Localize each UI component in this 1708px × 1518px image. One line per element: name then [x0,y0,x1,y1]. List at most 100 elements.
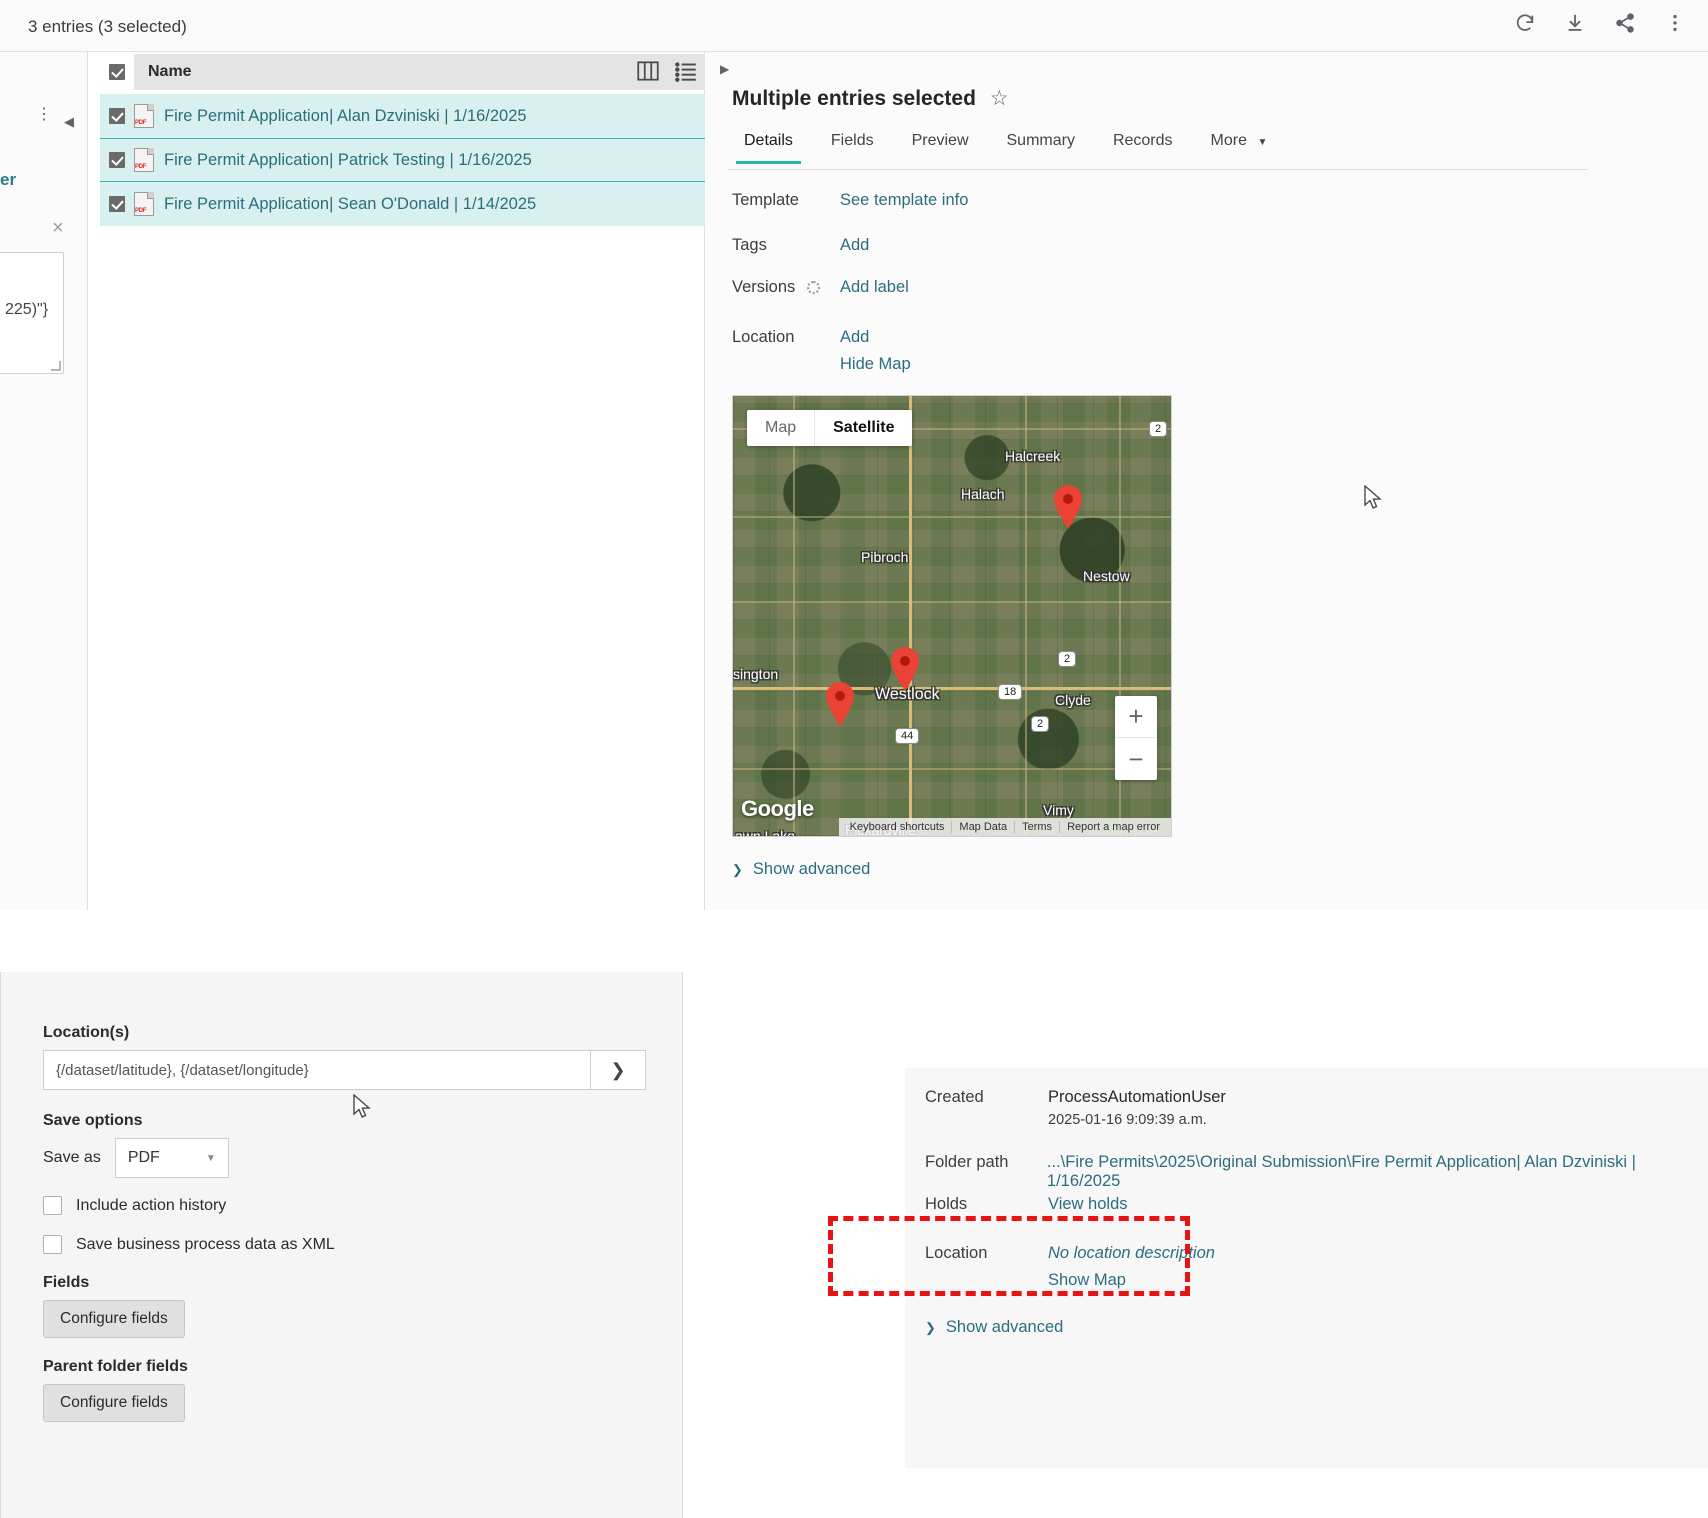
map-marker-pin[interactable] [1051,484,1085,530]
locations-input[interactable] [43,1050,590,1090]
pdf-file-icon: PDF [134,148,154,172]
terms-link[interactable]: Terms [1014,821,1059,833]
locations-input-group: ❯ [43,1050,646,1090]
view-holds-link[interactable]: View holds [1048,1195,1128,1214]
map-type-satellite-button[interactable]: Satellite [815,410,912,446]
include-action-history-row[interactable]: Include action history [43,1196,643,1215]
tab-summary[interactable]: Summary [991,128,1091,164]
header-bar: 3 entries (3 selected) [0,0,1708,52]
map-zoom-control: + − [1115,696,1157,780]
save-xml-row[interactable]: Save business process data as XML [43,1235,643,1254]
tab-records[interactable]: Records [1097,128,1189,164]
column-view-icon[interactable] [635,58,661,84]
location-map[interactable]: Halcreek Halach Nestow Pibroch sington W… [732,395,1172,837]
keyboard-shortcuts-link[interactable]: Keyboard shortcuts [843,821,952,833]
pdf-file-icon: PDF [134,192,154,216]
partial-expression-textarea[interactable]: 225)"} [0,252,64,374]
configure-parent-folder-fields-button[interactable]: Configure fields [43,1384,185,1422]
tab-fields[interactable]: Fields [815,128,890,164]
include-action-history-label: Include action history [76,1196,227,1214]
map-data-link[interactable]: Map Data [951,821,1014,833]
collapse-panel-icon[interactable]: ◀ [64,114,74,130]
table-row[interactable]: PDF Fire Permit Application| Sean O'Dona… [100,182,705,226]
no-location-description-link[interactable]: No location description [1048,1244,1215,1263]
entry-name-link[interactable]: Fire Permit Application| Sean O'Donald |… [164,195,536,214]
show-advanced-link[interactable]: ❯ Show advanced [732,860,870,879]
map-road [733,768,1171,770]
show-map-link[interactable]: Show Map [1048,1271,1215,1290]
map-place-label: awn Lake [735,828,795,837]
folder-path-link[interactable]: ...\Fire Permits\2025\Original Submissio… [1047,1153,1708,1191]
save-business-process-xml-checkbox[interactable] [43,1235,62,1254]
row-checkbox-cell[interactable] [100,196,134,212]
metadata-row-folder-path: Folder path ...\Fire Permits\2025\Origin… [925,1153,1708,1191]
chevron-down-icon: ❯ [925,1319,936,1335]
map-place-label: Halach [961,486,1005,502]
table-row[interactable]: PDF Fire Permit Application| Alan Dzvini… [100,94,705,138]
metadata-label-location: Location [925,1244,988,1262]
save-as-value: PDF [127,1149,160,1166]
map-place-label: Clyde [1055,692,1091,708]
zoom-out-button[interactable]: − [1115,738,1157,780]
close-icon[interactable]: × [52,218,64,238]
add-label-link[interactable]: Add label [840,278,909,297]
zoom-in-button[interactable]: + [1115,696,1157,738]
locations-label: Location(s) [43,1024,130,1041]
row-checkbox-cell[interactable] [100,108,134,124]
refresh-icon[interactable] [1510,8,1540,38]
detail-label-template: Template [732,191,799,209]
resize-handle-icon[interactable] [51,361,61,371]
tab-preview[interactable]: Preview [896,128,985,164]
detail-label-versions-text: Versions [732,278,796,296]
hide-map-link[interactable]: Hide Map [840,355,911,374]
entry-name-link[interactable]: Fire Permit Application| Alan Dzviniski … [164,107,527,126]
save-options-card: Location(s) ❯ Save options Save as PDF ▼… [0,972,683,1518]
location-values: No location description Show Map [1048,1244,1215,1290]
tab-more[interactable]: More ▼ [1195,128,1284,164]
select-all-checkbox-cell[interactable] [100,54,134,90]
column-header-name[interactable]: Name [134,63,192,81]
row-checkbox[interactable] [109,108,125,124]
chevron-right-icon[interactable]: ❯ [590,1050,646,1090]
tab-details[interactable]: Details [728,128,809,164]
row-checkbox[interactable] [109,152,125,168]
map-satellite-tiles [733,396,1171,836]
add-location-link[interactable]: Add [840,328,869,347]
map-marker-pin[interactable] [888,646,922,692]
top-application-region: 3 entries (3 selected) ⋮ ◀ er × 225)"} N… [0,0,1708,998]
add-tag-link[interactable]: Add [840,236,869,255]
partial-filter-label: er [0,170,17,189]
detail-row-template: Template See template info [732,191,968,210]
show-advanced-link-bottom[interactable]: ❯ Show advanced [925,1318,1063,1337]
select-all-checkbox[interactable] [109,64,125,80]
table-row[interactable]: PDF Fire Permit Application| Patrick Tes… [100,138,705,182]
save-business-process-xml-label: Save business process data as XML [76,1235,335,1253]
configure-fields-button[interactable]: Configure fields [43,1300,185,1338]
see-template-info-link[interactable]: See template info [840,191,968,210]
expand-right-icon[interactable]: ▶ [720,62,729,76]
include-action-history-checkbox[interactable] [43,1196,62,1215]
show-advanced-label: Show advanced [752,860,871,878]
save-as-select[interactable]: PDF ▼ [114,1138,229,1178]
share-icon[interactable] [1610,8,1640,38]
parent-folder-fields-label: Parent folder fields [43,1358,188,1375]
map-road [733,601,1171,603]
metadata-label-folder-path: Folder path [925,1153,1009,1171]
row-checkbox[interactable] [109,196,125,212]
favorite-star-icon[interactable]: ☆ [990,86,1009,111]
download-icon[interactable] [1560,8,1590,38]
left-panel-more-icon[interactable]: ⋮ [36,107,52,123]
map-road [733,516,1171,518]
map-route-shield: 2 [1058,651,1077,667]
page-title: Multiple entries selected [732,86,976,110]
list-view-icon[interactable] [673,58,699,84]
created-user: ProcessAutomationUser [1048,1088,1226,1106]
entry-name-link[interactable]: Fire Permit Application| Patrick Testing… [164,151,532,170]
map-type-map-button[interactable]: Map [747,410,816,446]
row-checkbox-cell[interactable] [100,152,134,168]
map-marker-pin[interactable] [823,681,857,727]
more-vertical-icon[interactable] [1660,8,1690,38]
report-map-error-link[interactable]: Report a map error [1059,821,1167,833]
map-place-label: Vimy [1043,802,1074,818]
details-tab-bar: Details Fields Preview Summary Records M… [728,128,1588,170]
